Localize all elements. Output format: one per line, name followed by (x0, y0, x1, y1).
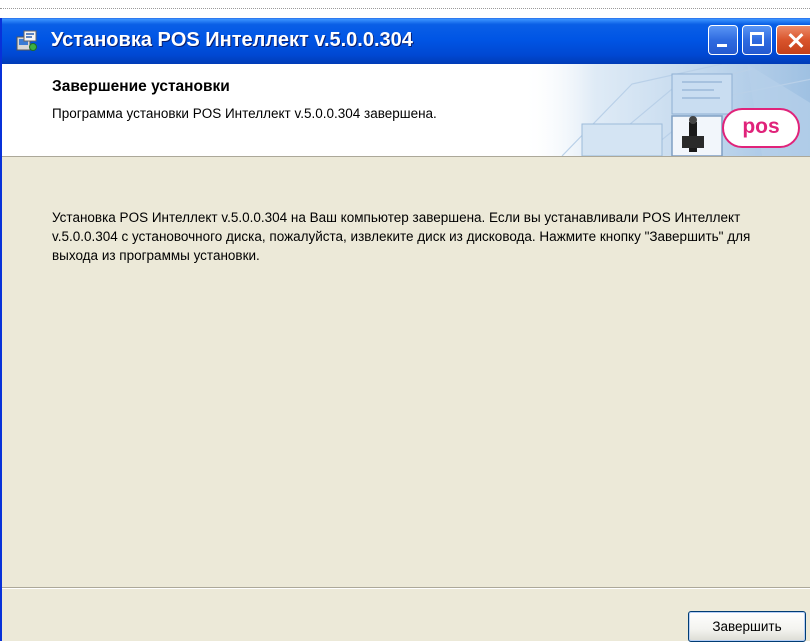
footer-divider (2, 587, 810, 589)
wizard-header: Завершение установки Программа установки… (2, 64, 810, 157)
page-title: Завершение установки (52, 78, 230, 95)
finish-button[interactable]: Завершить (688, 611, 806, 642)
page-subtitle: Программа установки POS Интеллект v.5.0.… (52, 106, 437, 121)
installer-icon (16, 30, 37, 51)
installer-window: Установка POS Интеллект v.5.0.0.304 Заве… (0, 18, 810, 642)
minimize-button[interactable] (708, 25, 738, 55)
maximize-button[interactable] (742, 25, 772, 55)
title-bar[interactable]: Установка POS Интеллект v.5.0.0.304 (2, 18, 810, 64)
window-title: Установка POS Интеллект v.5.0.0.304 (51, 29, 413, 51)
pos-logo: pos (722, 108, 800, 148)
close-button[interactable] (776, 25, 810, 55)
completion-message: Установка POS Интеллект v.5.0.0.304 на В… (52, 210, 751, 263)
background-divider (0, 8, 810, 9)
